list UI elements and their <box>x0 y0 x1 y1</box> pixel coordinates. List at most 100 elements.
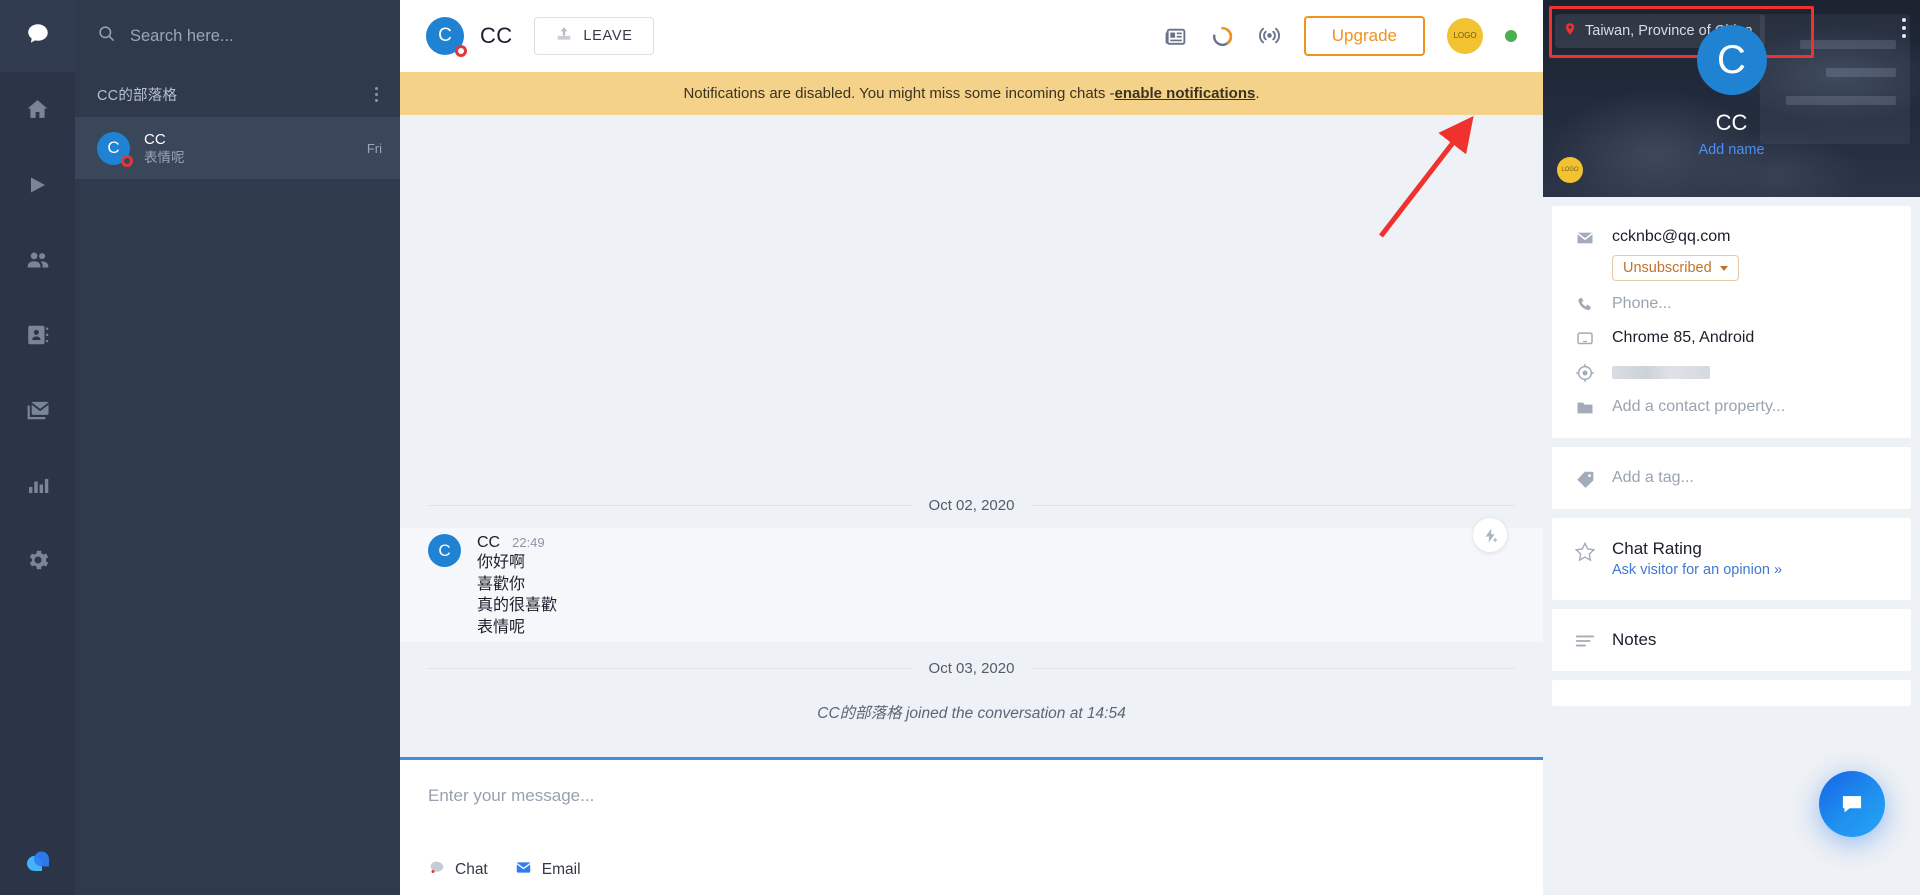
avatar: C <box>1696 25 1767 95</box>
notes-title: Notes <box>1612 630 1657 649</box>
rail-item-team[interactable] <box>0 222 75 297</box>
rail-item-settings[interactable] <box>0 522 75 597</box>
message-line: 真的很喜歡 <box>477 597 558 614</box>
email-tab[interactable]: Email <box>514 859 581 881</box>
broadcast-icon[interactable] <box>1257 24 1282 49</box>
group-menu-icon[interactable] <box>371 83 382 106</box>
divider <box>1032 668 1515 669</box>
user-avatar-text: LOGO <box>1453 31 1477 40</box>
activity-ring-icon[interactable] <box>1210 24 1235 49</box>
phone-icon <box>1574 293 1596 314</box>
subscription-dropdown[interactable]: Unsubscribed <box>1612 255 1739 281</box>
add-tag-row[interactable]: Add a tag... <box>1552 461 1911 495</box>
property-value: Phone... <box>1612 295 1672 312</box>
email-tab-label: Email <box>541 861 581 878</box>
message-input[interactable] <box>428 786 1515 806</box>
cover-decoration <box>1826 68 1896 77</box>
conversation-group-header: CC的部落格 <box>75 72 400 117</box>
property-row-ip[interactable] <box>1552 355 1911 390</box>
message-line: 表情呢 <box>477 618 526 636</box>
chevron-down-icon <box>1719 265 1728 271</box>
property-row-phone[interactable]: Phone... <box>1552 287 1911 321</box>
tag-icon <box>1574 467 1596 490</box>
property-row-device[interactable]: Chrome 85, Android <box>1552 321 1911 355</box>
rail-item-traffic[interactable] <box>0 147 75 222</box>
system-joined-note: CC的部落格 joined the conversation at 14:54 <box>817 705 1126 722</box>
visitor-name: CC <box>1715 110 1748 135</box>
notification-banner: Notifications are disabled. You might mi… <box>400 72 1543 115</box>
agent-badge: LOGO <box>1557 157 1583 183</box>
composer-tabs: Chat Email <box>428 859 1515 895</box>
rail-item-archives[interactable] <box>0 372 75 447</box>
livechat-logo <box>0 845 75 879</box>
date-separator-second: Oct 03, 2020 <box>400 660 1543 677</box>
leave-label: LEAVE <box>583 28 633 44</box>
avatar-letter: C <box>107 138 120 157</box>
target-icon <box>1574 361 1596 383</box>
divider <box>1032 505 1515 506</box>
settings-icon <box>25 547 51 573</box>
chat-widget-button[interactable] <box>1819 771 1885 837</box>
property-value: Chrome 85, Android <box>1612 329 1755 346</box>
enable-notifications-link[interactable]: enable notifications <box>1115 85 1256 102</box>
news-icon[interactable] <box>1163 24 1188 49</box>
property-value-redacted <box>1612 361 1710 384</box>
visitor-properties-card: ccknbc@qq.com Unsubscribed Phone... Chro <box>1552 206 1911 438</box>
ask-opinion-link[interactable]: Ask visitor for an opinion » <box>1612 560 1782 580</box>
page-title: CC <box>480 23 513 48</box>
icon-rail <box>0 0 75 895</box>
home-icon <box>25 97 50 122</box>
conversation-time: Fri <box>366 140 382 156</box>
rail-item-home[interactable] <box>0 72 75 147</box>
team-icon <box>25 247 51 273</box>
status-badge[interactable] <box>1505 30 1517 42</box>
property-row-email[interactable]: ccknbc@qq.com Unsubscribed <box>1552 220 1911 287</box>
notes-row[interactable]: Notes <box>1552 623 1911 657</box>
redacted-value <box>1612 366 1710 379</box>
quick-reply-icon[interactable] <box>1473 518 1507 552</box>
conversation-list-item[interactable]: C CC 表情呢 Fri <box>75 117 400 179</box>
visitor-avatar-letter: C <box>1717 37 1746 82</box>
message-header: CC 22:49 <box>477 534 557 552</box>
chat-header-avatar: C <box>426 17 467 57</box>
add-name-link[interactable]: Add name <box>1543 142 1920 158</box>
chat-rating-row[interactable]: Chat Rating Ask visitor for an opinion » <box>1552 532 1911 586</box>
avatar: C <box>97 131 133 167</box>
chat-header-avatar-letter: C <box>438 25 452 46</box>
star-icon <box>1574 538 1596 564</box>
chat-rating-title: Chat Rating <box>1612 539 1702 558</box>
conversation-list-panel: CC的部落格 C CC 表情呢 Fri <box>75 0 400 895</box>
rail-item-contacts[interactable] <box>0 297 75 372</box>
chat-tab-label: Chat <box>455 861 488 878</box>
chat-tab[interactable]: Chat <box>428 859 488 881</box>
visitor-menu-icon[interactable] <box>1902 18 1906 38</box>
search-icon <box>97 24 116 48</box>
envelope-icon <box>1574 226 1596 248</box>
divider <box>428 668 911 669</box>
message-time: 22:49 <box>512 535 545 550</box>
message-body: CC 22:49 你好啊 喜歡你 真的很喜歡 表情呢 <box>477 534 557 638</box>
leave-button[interactable]: LEAVE <box>534 17 654 55</box>
mail-icon <box>25 397 51 423</box>
notes-card: Notes <box>1552 609 1911 671</box>
avatar[interactable]: LOGO <box>1447 18 1483 54</box>
rail-item-chats[interactable] <box>0 0 75 72</box>
leave-icon <box>555 25 573 47</box>
upgrade-button[interactable]: Upgrade <box>1303 16 1425 56</box>
property-email-body: ccknbc@qq.com Unsubscribed <box>1612 226 1739 281</box>
unread-badge-icon <box>121 154 133 167</box>
envelope-icon <box>514 859 533 881</box>
device-icon <box>1574 327 1596 349</box>
extra-card <box>1552 680 1911 706</box>
chat-bubble-icon <box>428 859 446 881</box>
reports-icon <box>26 473 50 497</box>
message-line: 喜歡你 <box>477 575 526 593</box>
conversation-name: CC <box>144 130 166 148</box>
avatar: C <box>428 534 461 567</box>
message-row[interactable]: C CC 22:49 你好啊 喜歡你 真的很喜歡 表情呢 <box>400 518 1543 642</box>
message-author: CC <box>477 534 501 551</box>
search-input[interactable] <box>130 26 382 46</box>
rail-item-reports[interactable] <box>0 447 75 522</box>
visitor-cover: Taiwan, Province of China C CC Add name … <box>1543 0 1920 197</box>
property-row-add[interactable]: Add a contact property... <box>1552 390 1911 424</box>
